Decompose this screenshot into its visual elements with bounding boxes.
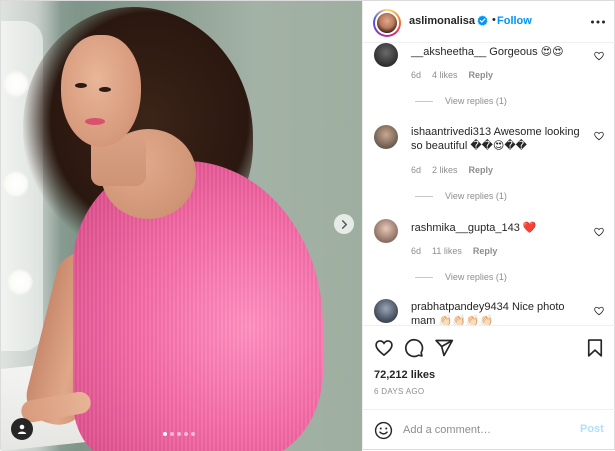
carousel-dot — [191, 432, 195, 436]
comment-like-icon[interactable] — [594, 51, 604, 61]
post-details-panel: aslimonalisa • Follow __aksheetha__ Gorg… — [362, 1, 615, 451]
photo-bulb — [3, 71, 29, 97]
carousel-dot — [170, 432, 174, 436]
user-tag-icon — [17, 424, 27, 434]
reply-button[interactable]: Reply — [469, 165, 494, 175]
comment-like-icon[interactable] — [594, 306, 604, 316]
carousel-dot — [177, 432, 181, 436]
header-separator: • — [492, 14, 496, 26]
comment-likes[interactable]: 2 likes — [432, 165, 458, 175]
post-actions: 72,212 likes 6 DAYS AGO — [363, 325, 615, 405]
commenter-username[interactable]: rashmika__gupta_143 — [411, 222, 520, 234]
user-tag-button[interactable] — [11, 418, 33, 440]
commenter-avatar[interactable] — [374, 299, 398, 323]
author-avatar[interactable] — [373, 9, 401, 37]
commenter-avatar[interactable] — [374, 43, 398, 67]
heart-icon[interactable] — [374, 338, 394, 358]
comment-meta: 6d 2 likes Reply — [411, 165, 493, 175]
replies-divider — [415, 276, 433, 278]
comment-body: ❤️ — [522, 222, 537, 234]
photo-dress — [73, 161, 323, 451]
emoji-smile-icon[interactable] — [374, 421, 393, 440]
post-photo[interactable] — [1, 1, 362, 451]
comment-time: 6d — [411, 70, 422, 80]
reply-button[interactable]: Reply — [469, 70, 494, 80]
comment-input[interactable] — [403, 420, 563, 440]
comment-meta: 6d 11 likes Reply — [411, 246, 497, 256]
author-username[interactable]: aslimonalisa — [409, 15, 475, 27]
carousel-next-button[interactable] — [334, 214, 354, 234]
comment-likes[interactable]: 11 likes — [432, 246, 462, 256]
comment-like-icon[interactable] — [594, 227, 604, 237]
replies-divider — [415, 100, 433, 102]
view-replies-label: View replies (1) — [445, 191, 507, 201]
bookmark-icon[interactable] — [585, 338, 605, 358]
post-header: aslimonalisa • Follow — [363, 1, 615, 43]
more-options-icon[interactable] — [589, 13, 607, 31]
commenter-avatar[interactable] — [374, 219, 398, 243]
commenter-username[interactable]: ishaantrivedi313 — [411, 126, 491, 138]
commenter-username[interactable]: __aksheetha__ — [411, 46, 486, 58]
paper-plane-icon[interactable] — [434, 338, 454, 358]
comments-list[interactable]: __aksheetha__ Gorgeous 😍😍 6d 4 likes Rep… — [363, 43, 615, 325]
comment-text: ishaantrivedi313 Awesome looking so beau… — [411, 125, 581, 153]
view-replies-button[interactable]: View replies (1) — [415, 191, 507, 201]
comment-time: 6d — [411, 165, 422, 175]
photo-bulb — [3, 171, 29, 197]
view-replies-button[interactable]: View replies (1) — [415, 272, 507, 282]
reply-button[interactable]: Reply — [473, 246, 498, 256]
comment-like-icon[interactable] — [594, 131, 604, 141]
view-replies-label: View replies (1) — [445, 96, 507, 106]
carousel-indicator — [163, 432, 195, 436]
post-comment-button[interactable]: Post — [580, 423, 604, 435]
post-date[interactable]: 6 DAYS AGO — [374, 387, 424, 396]
comment-bubble-icon[interactable] — [404, 338, 424, 358]
photo-eye — [99, 87, 111, 92]
comment-meta: 6d 4 likes Reply — [411, 70, 493, 80]
carousel-dot — [163, 432, 167, 436]
commenter-username[interactable]: prabhatpandey9434 — [411, 301, 509, 313]
add-comment-bar: Post — [363, 409, 615, 451]
comment-text: rashmika__gupta_143 ❤️ — [411, 221, 581, 235]
post-modal: aslimonalisa • Follow __aksheetha__ Gorg… — [0, 0, 615, 451]
comment-likes[interactable]: 4 likes — [432, 70, 458, 80]
view-replies-button[interactable]: View replies (1) — [415, 96, 507, 106]
photo-eye — [75, 83, 87, 88]
view-replies-label: View replies (1) — [445, 272, 507, 282]
likes-count[interactable]: 72,212 likes — [374, 369, 435, 381]
carousel-dot — [184, 432, 188, 436]
photo-bulb — [7, 269, 33, 295]
chevron-right-icon — [341, 219, 347, 229]
comment-time: 6d — [411, 246, 422, 256]
photo-lips — [85, 118, 105, 125]
comment-body: Gorgeous 😍😍 — [489, 46, 564, 58]
comment-text: __aksheetha__ Gorgeous 😍😍 — [411, 45, 581, 59]
replies-divider — [415, 195, 433, 197]
verified-badge-icon — [477, 15, 488, 26]
commenter-avatar[interactable] — [374, 125, 398, 149]
follow-button[interactable]: Follow — [497, 15, 532, 27]
comment-text: prabhatpandey9434 Nice photo mam 👏🏻👏🏻👏🏻👏… — [411, 300, 581, 325]
